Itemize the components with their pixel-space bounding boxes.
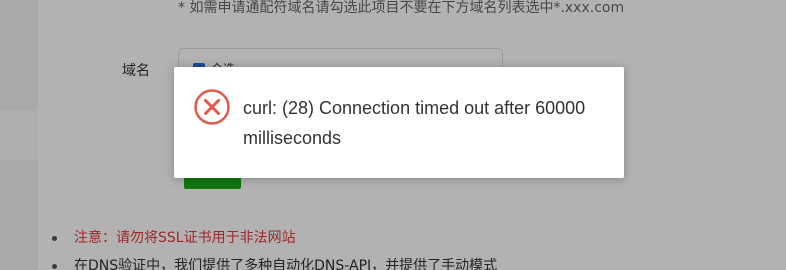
error-circle-icon bbox=[194, 89, 230, 125]
error-message: curl: (28) Connection timed out after 60… bbox=[243, 98, 586, 148]
page: * 如需申请通配符域名请勾选此项目不要在下方域名列表选中*.xxx.com 域名… bbox=[0, 0, 786, 270]
error-dialog: curl: (28) Connection timed out after 60… bbox=[174, 67, 624, 178]
